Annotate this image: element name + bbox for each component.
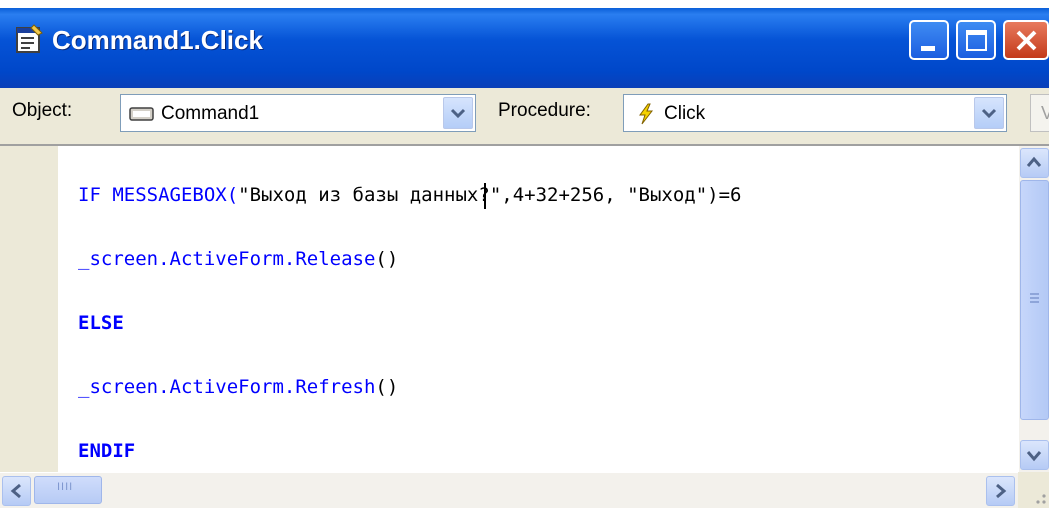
procedure-dropdown-button[interactable]	[974, 97, 1004, 129]
toolbar: Object: Command1 Procedure: Click V	[0, 88, 1049, 146]
maximize-button[interactable]	[956, 20, 996, 60]
code-text: ()	[375, 376, 399, 398]
arrow-right-icon	[996, 483, 1007, 499]
horizontal-scroll-thumb[interactable]: IIII	[34, 476, 102, 504]
close-icon	[1016, 30, 1037, 51]
code-line: _screen.ActiveForm.Refresh()	[78, 376, 398, 398]
code-line: _screen.ActiveForm.Release()	[78, 248, 398, 270]
top-border	[0, 0, 1049, 8]
minimize-icon	[921, 46, 935, 51]
object-dropdown[interactable]: Command1	[120, 94, 476, 132]
window-title: Command1.Click	[52, 25, 263, 55]
code-text: ()	[375, 248, 399, 270]
close-button[interactable]	[1003, 20, 1049, 60]
form-icon	[14, 23, 44, 55]
scroll-up-button[interactable]	[1020, 148, 1049, 178]
code-window: Command1.Click Object: Command1 Procedur…	[0, 0, 1049, 508]
view-button-label: V	[1041, 103, 1049, 123]
vertical-scrollbar[interactable]	[1018, 146, 1049, 472]
code-line: IF MESSAGEBOX("Выход из базы данных?",4+…	[78, 184, 741, 206]
code-keyword: _screen.ActiveForm.Release	[78, 248, 376, 270]
code-keyword: IF MESSAGEBOX(	[78, 184, 239, 206]
arrow-left-icon	[10, 483, 21, 499]
code-line: ELSE	[78, 312, 124, 334]
resize-grip-icon	[1036, 494, 1046, 504]
code-editor[interactable]: IF MESSAGEBOX("Выход из базы данных?",4+…	[0, 146, 1018, 472]
vertical-scroll-thumb[interactable]	[1020, 180, 1049, 420]
minimize-button[interactable]	[909, 20, 949, 60]
scroll-down-button[interactable]	[1020, 440, 1049, 470]
horizontal-scrollbar[interactable]: IIII	[0, 472, 1018, 508]
procedure-dropdown[interactable]: Click	[623, 94, 1007, 132]
object-dropdown-button[interactable]	[443, 97, 473, 129]
code-keyword: ENDIF	[78, 440, 136, 462]
maximize-icon	[966, 30, 987, 51]
resize-grip[interactable]	[1018, 472, 1049, 508]
scroll-left-button[interactable]	[2, 476, 31, 506]
chevron-down-icon	[450, 108, 466, 119]
grip-icon: IIII	[57, 481, 74, 493]
procedure-label: Procedure:	[498, 100, 591, 121]
procedure-value: Click	[664, 103, 706, 124]
lightning-icon	[636, 103, 656, 130]
editor-gutter	[0, 146, 58, 472]
scroll-right-button[interactable]	[986, 476, 1015, 506]
object-value: Command1	[161, 103, 260, 124]
chevron-down-icon	[981, 108, 997, 119]
view-button[interactable]: V	[1030, 94, 1049, 132]
title-bar[interactable]: Command1.Click	[0, 8, 1049, 88]
arrow-down-icon	[1026, 451, 1042, 462]
code-keyword: ELSE	[78, 312, 124, 334]
arrow-up-icon	[1026, 156, 1042, 167]
code-text: "Выход из базы данных?",4+32+256, "Выход…	[238, 184, 742, 206]
text-caret	[484, 183, 486, 209]
grip-icon	[1030, 293, 1039, 303]
command-button-icon	[129, 105, 155, 128]
object-label: Object:	[12, 100, 73, 121]
code-keyword: _screen.ActiveForm.Refresh	[78, 376, 376, 398]
code-line: ENDIF	[78, 440, 135, 462]
